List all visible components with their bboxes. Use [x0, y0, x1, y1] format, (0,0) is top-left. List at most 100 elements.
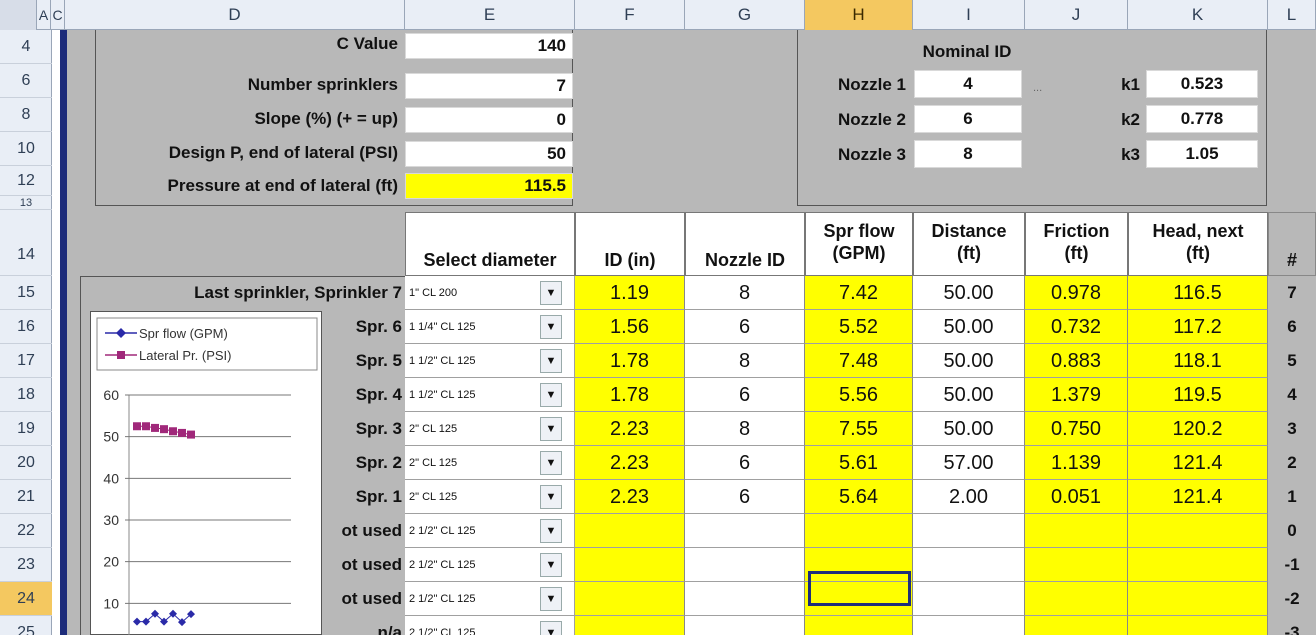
head-next-cell[interactable]: [1128, 548, 1268, 582]
nozzle-id-cell[interactable]: 6: [685, 446, 805, 480]
distance-cell[interactable]: 2.00: [913, 480, 1025, 514]
spr-flow-cell[interactable]: 5.61: [805, 446, 913, 480]
nozzle-2-input[interactable]: 6: [914, 105, 1022, 133]
row-header-10[interactable]: 10: [0, 132, 52, 166]
head-next-cell[interactable]: 119.5: [1128, 378, 1268, 412]
friction-cell[interactable]: 0.883: [1025, 344, 1128, 378]
nozzle-id-cell[interactable]: 6: [685, 480, 805, 514]
column-header-e[interactable]: E: [405, 0, 575, 30]
spr-flow-cell[interactable]: 5.52: [805, 310, 913, 344]
id-in-cell[interactable]: [575, 548, 685, 582]
k2-input[interactable]: 0.778: [1146, 105, 1258, 133]
nozzle-id-cell[interactable]: [685, 514, 805, 548]
friction-cell[interactable]: [1025, 582, 1128, 616]
nozzle-id-cell[interactable]: [685, 582, 805, 616]
column-header-g[interactable]: G: [685, 0, 805, 30]
row-header-13[interactable]: 13: [0, 196, 52, 210]
distance-cell[interactable]: [913, 582, 1025, 616]
nozzle-id-cell[interactable]: 8: [685, 412, 805, 446]
select-all-corner[interactable]: [0, 0, 37, 30]
friction-cell[interactable]: 0.732: [1025, 310, 1128, 344]
dropdown-arrow-icon[interactable]: ▼: [540, 621, 562, 635]
id-in-cell[interactable]: 1.56: [575, 310, 685, 344]
active-cell-selection[interactable]: [808, 571, 911, 606]
column-header-d[interactable]: D: [65, 0, 405, 30]
distance-cell[interactable]: 50.00: [913, 310, 1025, 344]
slope-input[interactable]: 0: [405, 107, 573, 133]
nozzle-id-cell[interactable]: 8: [685, 344, 805, 378]
head-next-cell[interactable]: [1128, 616, 1268, 635]
distance-cell[interactable]: [913, 514, 1025, 548]
row-header-12[interactable]: 12: [0, 166, 52, 196]
spr-flow-cell[interactable]: 7.48: [805, 344, 913, 378]
id-in-cell[interactable]: 1.19: [575, 276, 685, 310]
row-header-6[interactable]: 6: [0, 64, 52, 98]
nozzle-3-input[interactable]: 8: [914, 140, 1022, 168]
k1-input[interactable]: 0.523: [1146, 70, 1258, 98]
column-header-l[interactable]: L: [1268, 0, 1316, 30]
friction-cell[interactable]: [1025, 548, 1128, 582]
c-value-input[interactable]: 140: [405, 33, 573, 59]
row-header-14[interactable]: 14: [0, 210, 52, 276]
column-header-c[interactable]: C: [51, 0, 65, 30]
dropdown-arrow-icon[interactable]: ▼: [540, 281, 562, 305]
distance-cell[interactable]: 50.00: [913, 412, 1025, 446]
distance-cell[interactable]: 50.00: [913, 378, 1025, 412]
spr-flow-cell[interactable]: [805, 514, 913, 548]
nozzle-id-cell[interactable]: 6: [685, 310, 805, 344]
dropdown-arrow-icon[interactable]: ▼: [540, 349, 562, 373]
row-header-4[interactable]: 4: [0, 30, 52, 64]
row-header-8[interactable]: 8: [0, 98, 52, 132]
dropdown-arrow-icon[interactable]: ▼: [540, 383, 562, 407]
column-header-h[interactable]: H: [805, 0, 913, 30]
embedded-chart[interactable]: Spr flow (GPM) Lateral Pr. (PSI) 60 50 40 3…: [90, 311, 322, 635]
distance-cell[interactable]: [913, 616, 1025, 635]
distance-cell[interactable]: [913, 548, 1025, 582]
head-next-cell[interactable]: 121.4: [1128, 480, 1268, 514]
num-sprinklers-input[interactable]: 7: [405, 73, 573, 99]
head-next-cell[interactable]: [1128, 582, 1268, 616]
id-in-cell[interactable]: 2.23: [575, 412, 685, 446]
dropdown-arrow-icon[interactable]: ▼: [540, 519, 562, 543]
dropdown-arrow-icon[interactable]: ▼: [540, 315, 562, 339]
friction-cell[interactable]: 0.978: [1025, 276, 1128, 310]
column-header-a[interactable]: A: [37, 0, 51, 30]
id-in-cell[interactable]: 2.23: [575, 480, 685, 514]
head-next-cell[interactable]: 121.4: [1128, 446, 1268, 480]
spr-flow-cell[interactable]: 5.64: [805, 480, 913, 514]
friction-cell[interactable]: 0.051: [1025, 480, 1128, 514]
dropdown-arrow-icon[interactable]: ▼: [540, 587, 562, 611]
friction-cell[interactable]: 0.750: [1025, 412, 1128, 446]
head-next-cell[interactable]: 118.1: [1128, 344, 1268, 378]
head-next-cell[interactable]: 116.5: [1128, 276, 1268, 310]
dropdown-arrow-icon[interactable]: ▼: [540, 485, 562, 509]
distance-cell[interactable]: 57.00: [913, 446, 1025, 480]
dropdown-arrow-icon[interactable]: ▼: [540, 451, 562, 475]
head-next-cell[interactable]: [1128, 514, 1268, 548]
distance-cell[interactable]: 50.00: [913, 344, 1025, 378]
head-next-cell[interactable]: 120.2: [1128, 412, 1268, 446]
distance-cell[interactable]: 50.00: [913, 276, 1025, 310]
id-in-cell[interactable]: 2.23: [575, 446, 685, 480]
column-header-i[interactable]: I: [913, 0, 1025, 30]
column-header-j[interactable]: J: [1025, 0, 1128, 30]
id-in-cell[interactable]: [575, 616, 685, 635]
friction-cell[interactable]: 1.139: [1025, 446, 1128, 480]
column-header-f[interactable]: F: [575, 0, 685, 30]
design-pressure-input[interactable]: 50: [405, 141, 573, 167]
head-next-cell[interactable]: 117.2: [1128, 310, 1268, 344]
spr-flow-cell[interactable]: 7.55: [805, 412, 913, 446]
id-in-cell[interactable]: 1.78: [575, 344, 685, 378]
nozzle-id-cell[interactable]: 8: [685, 276, 805, 310]
friction-cell[interactable]: 1.379: [1025, 378, 1128, 412]
id-in-cell[interactable]: [575, 514, 685, 548]
k3-input[interactable]: 1.05: [1146, 140, 1258, 168]
spr-flow-cell[interactable]: [805, 616, 913, 635]
friction-cell[interactable]: [1025, 514, 1128, 548]
nozzle-id-cell[interactable]: 6: [685, 378, 805, 412]
nozzle-1-input[interactable]: 4: [914, 70, 1022, 98]
spr-flow-cell[interactable]: 7.42: [805, 276, 913, 310]
id-in-cell[interactable]: 1.78: [575, 378, 685, 412]
id-in-cell[interactable]: [575, 582, 685, 616]
spr-flow-cell[interactable]: 5.56: [805, 378, 913, 412]
